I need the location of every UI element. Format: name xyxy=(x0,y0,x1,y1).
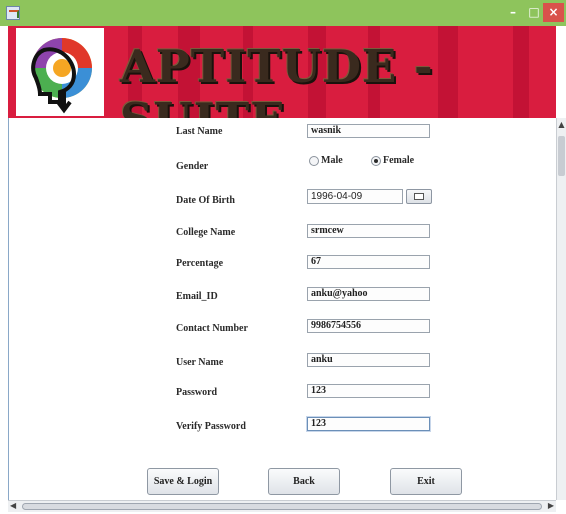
gender-female-label: Female xyxy=(383,155,415,166)
verify-password-label: Verify Password xyxy=(176,421,246,432)
maximize-icon[interactable]: □ xyxy=(526,3,542,22)
percentage-field[interactable]: 67 xyxy=(307,255,430,269)
registration-form-panel xyxy=(8,118,556,500)
window-titlebar: – □ × xyxy=(0,0,566,26)
minimize-icon[interactable]: – xyxy=(503,3,523,22)
logo-graphic xyxy=(31,38,92,114)
dob-field[interactable]: 1996-04-09 xyxy=(307,189,403,204)
contact-number-label: Contact Number xyxy=(176,323,248,334)
banner-title: APTITUDE - SUITE xyxy=(120,40,434,118)
vertical-scrollbar[interactable]: ▲ xyxy=(556,118,566,500)
college-name-label: College Name xyxy=(176,227,236,238)
contact-number-field[interactable]: 9986754556 xyxy=(307,319,430,333)
scroll-up-icon[interactable]: ▲ xyxy=(557,120,566,129)
close-icon[interactable]: × xyxy=(543,3,564,22)
scroll-left-icon[interactable]: ◀ xyxy=(10,501,16,510)
app-banner: APTITUDE - SUITE xyxy=(8,26,556,118)
gender-female-radio[interactable] xyxy=(371,156,381,166)
horizontal-scroll-thumb[interactable] xyxy=(22,503,542,510)
password-field[interactable]: 123 xyxy=(307,384,430,398)
email-field[interactable]: anku@yahoo xyxy=(307,287,430,301)
dob-label: Date Of Birth xyxy=(176,195,235,206)
scroll-right-icon[interactable]: ▶ xyxy=(548,501,554,510)
last-name-label: Last Name xyxy=(176,126,223,137)
gender-male-radio[interactable] xyxy=(309,156,319,166)
gender-label: Gender xyxy=(176,161,209,172)
last-name-field[interactable]: wasnik xyxy=(307,124,430,138)
calendar-icon xyxy=(414,193,424,200)
verify-password-field[interactable]: 123 xyxy=(307,417,430,431)
college-name-field[interactable]: srmcew xyxy=(307,224,430,238)
exit-button[interactable]: Exit xyxy=(390,468,462,495)
save-login-button[interactable]: Save & Login xyxy=(147,468,219,495)
email-label: Email_ID xyxy=(176,291,218,302)
java-app-icon xyxy=(6,6,20,20)
date-picker-button[interactable] xyxy=(406,189,432,204)
back-button[interactable]: Back xyxy=(268,468,340,495)
percentage-label: Percentage xyxy=(176,258,224,269)
horizontal-scrollbar[interactable]: ◀ ▶ xyxy=(8,500,556,512)
vertical-scroll-thumb[interactable] xyxy=(558,136,565,176)
username-field[interactable]: anku xyxy=(307,353,430,367)
password-label: Password xyxy=(176,387,218,398)
brain-head-logo-icon xyxy=(16,28,104,116)
gender-male-label: Male xyxy=(321,155,343,166)
username-label: User Name xyxy=(176,357,224,368)
